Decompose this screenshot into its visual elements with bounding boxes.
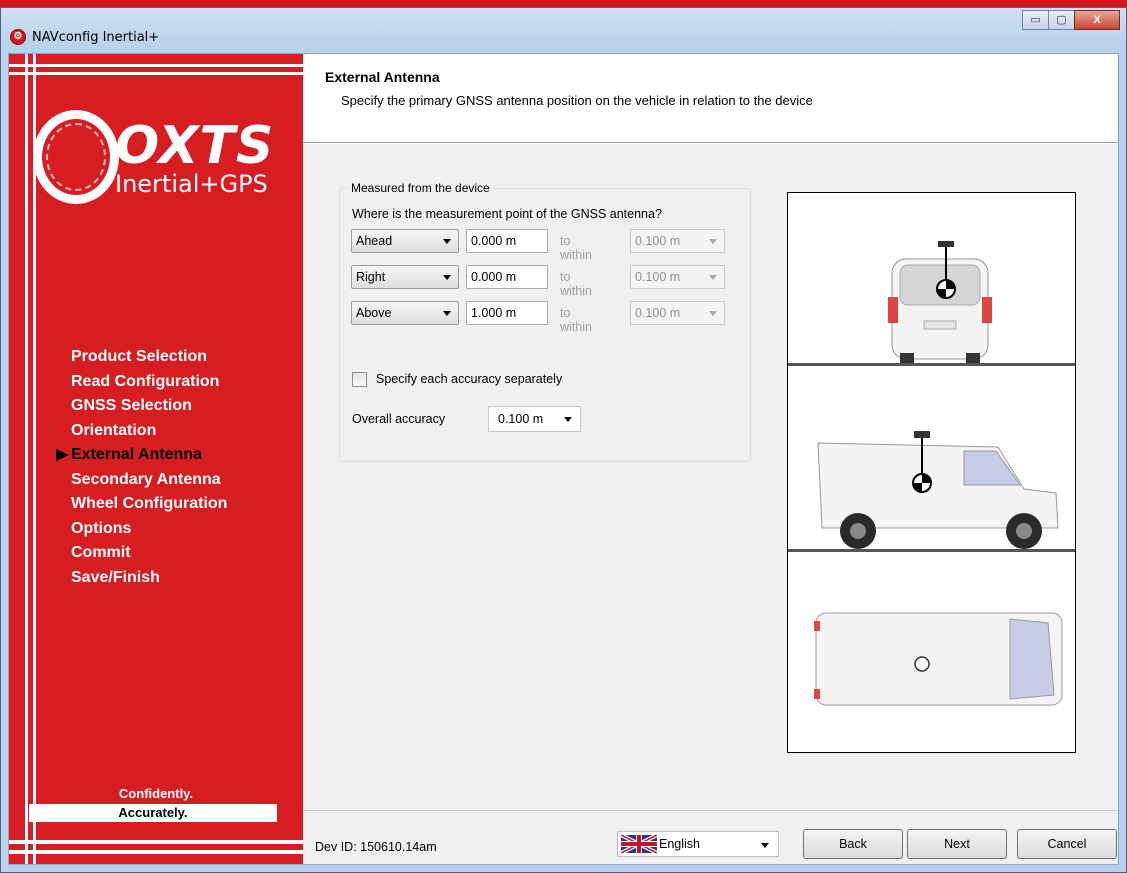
offset-input-above[interactable]: 1.000 m <box>466 301 548 325</box>
group-label: Measured from the device <box>348 181 493 195</box>
window-title: NAVconfig Inertial+ <box>32 30 160 45</box>
nav-item-options[interactable]: Options <box>71 517 227 542</box>
dropdown-arrow-icon <box>443 311 451 316</box>
page-header: External Antenna Specify the primary GNS… <box>303 55 1118 143</box>
direction-value: Ahead <box>356 234 393 248</box>
title-bar[interactable]: ⚙ NAVconfig Inertial+ ▭ ▢ X <box>1 8 1126 58</box>
language-value: English <box>659 837 700 851</box>
nav-item-gnss-selection[interactable]: GNSS Selection <box>71 394 227 419</box>
nav-item-save-finish[interactable]: Save/Finish <box>71 566 227 591</box>
measurement-group: Measured from the device Where is the me… <box>339 181 751 462</box>
dropdown-arrow-icon <box>709 311 717 316</box>
logo-subtitle: Inertial+GPS <box>115 170 268 198</box>
dropdown-arrow-icon <box>709 275 717 280</box>
close-button[interactable]: X <box>1074 10 1120 30</box>
nav-item-secondary-antenna[interactable]: Secondary Antenna <box>71 468 227 493</box>
minimize-button[interactable]: ▭ <box>1022 10 1049 30</box>
main-content: Measured from the device Where is the me… <box>303 144 1118 810</box>
dropdown-arrow-icon <box>443 275 451 280</box>
overall-accuracy-label: Overall accuracy <box>352 412 446 426</box>
overall-accuracy-select[interactable]: 0.100 m <box>488 406 581 432</box>
direction-select-right[interactable]: Right <box>351 265 459 289</box>
sidebar-stripe <box>9 64 303 67</box>
van-top-view <box>814 612 1063 706</box>
app-window: ⚙ NAVconfig Inertial+ ▭ ▢ X OXTS Inertia… <box>0 7 1127 873</box>
uk-flag-icon <box>621 835 657 853</box>
nav-item-wheel-configuration[interactable]: Wheel Configuration <box>71 492 227 517</box>
cancel-button[interactable]: Cancel <box>1017 829 1117 859</box>
sidebar-stripe <box>25 54 28 864</box>
separate-accuracy-checkbox[interactable] <box>352 372 367 387</box>
client-area: OXTS Inertial+GPS Product Selection Read… <box>8 53 1119 865</box>
offset-input-ahead[interactable]: 0.000 m <box>466 229 548 253</box>
nav-item-read-configuration[interactable]: Read Configuration <box>71 370 227 395</box>
wizard-steps: Product Selection Read Configuration GNS… <box>56 345 227 591</box>
accuracy-select-ahead[interactable]: 0.100 m <box>630 229 725 253</box>
within-label: to within <box>560 270 592 298</box>
nav-item-external-antenna[interactable]: External Antenna <box>56 443 227 468</box>
sidebar: OXTS Inertial+GPS Product Selection Read… <box>9 54 303 864</box>
sidebar-stripe <box>9 72 303 75</box>
dropdown-arrow-icon <box>761 843 769 848</box>
van-side-view <box>817 431 1059 549</box>
accuracy-value: 0.100 m <box>635 270 681 284</box>
nav-item-commit[interactable]: Commit <box>71 541 227 566</box>
top-red-strip <box>0 0 1127 7</box>
nav-item-label: External Antenna <box>71 446 202 463</box>
accuracy-value: 0.100 m <box>635 234 681 248</box>
nav-item-orientation[interactable]: Orientation <box>71 419 227 444</box>
window-controls: ▭ ▢ X <box>1022 10 1120 32</box>
separate-accuracy-label[interactable]: Specify each accuracy separately <box>376 372 562 386</box>
current-step-arrow-icon <box>56 449 69 461</box>
within-label: to within <box>560 234 592 262</box>
accuracy-select-right[interactable]: 0.100 m <box>630 265 725 289</box>
app-icon: ⚙ <box>10 29 26 45</box>
slogan-confidently: Confidently. <box>118 786 194 801</box>
logo-ring-icon <box>33 110 119 204</box>
back-button[interactable]: Back <box>803 829 903 859</box>
oxts-logo: OXTS Inertial+GPS <box>33 110 283 210</box>
direction-select-ahead[interactable]: Ahead <box>351 229 459 253</box>
language-select[interactable]: English <box>617 831 779 857</box>
sidebar-stripe <box>9 840 303 844</box>
van-rear-view <box>888 241 992 365</box>
direction-value: Above <box>356 306 392 320</box>
within-label: to within <box>560 306 592 334</box>
dropdown-arrow-icon <box>709 239 717 244</box>
offset-input-right[interactable]: 0.000 m <box>466 265 548 289</box>
page-title: External Antenna <box>325 69 440 85</box>
footer-bar: Dev ID: 150610.14am English Back Next Ca… <box>303 810 1118 864</box>
nav-item-product-selection[interactable]: Product Selection <box>71 345 227 370</box>
slogan-accurately: Accurately. <box>29 804 277 822</box>
logo-wordmark: OXTS <box>115 116 275 176</box>
next-button[interactable]: Next <box>907 829 1007 859</box>
overall-accuracy-value: 0.100 m <box>498 412 544 426</box>
device-id-label: Dev ID: 150610.14am <box>315 840 437 854</box>
direction-select-above[interactable]: Above <box>351 301 459 325</box>
maximize-button[interactable]: ▢ <box>1048 10 1075 30</box>
measurement-question: Where is the measurement point of the GN… <box>352 207 662 221</box>
accuracy-select-above[interactable]: 0.100 m <box>630 301 725 325</box>
dropdown-arrow-icon <box>443 239 451 244</box>
sidebar-stripe <box>9 850 303 854</box>
accuracy-value: 0.100 m <box>635 306 681 320</box>
direction-value: Right <box>356 270 386 284</box>
dropdown-arrow-icon <box>564 417 572 422</box>
page-description: Specify the primary GNSS antenna positio… <box>341 93 813 108</box>
vehicle-illustration <box>787 192 1076 753</box>
van-diagram-icon <box>788 241 1075 706</box>
